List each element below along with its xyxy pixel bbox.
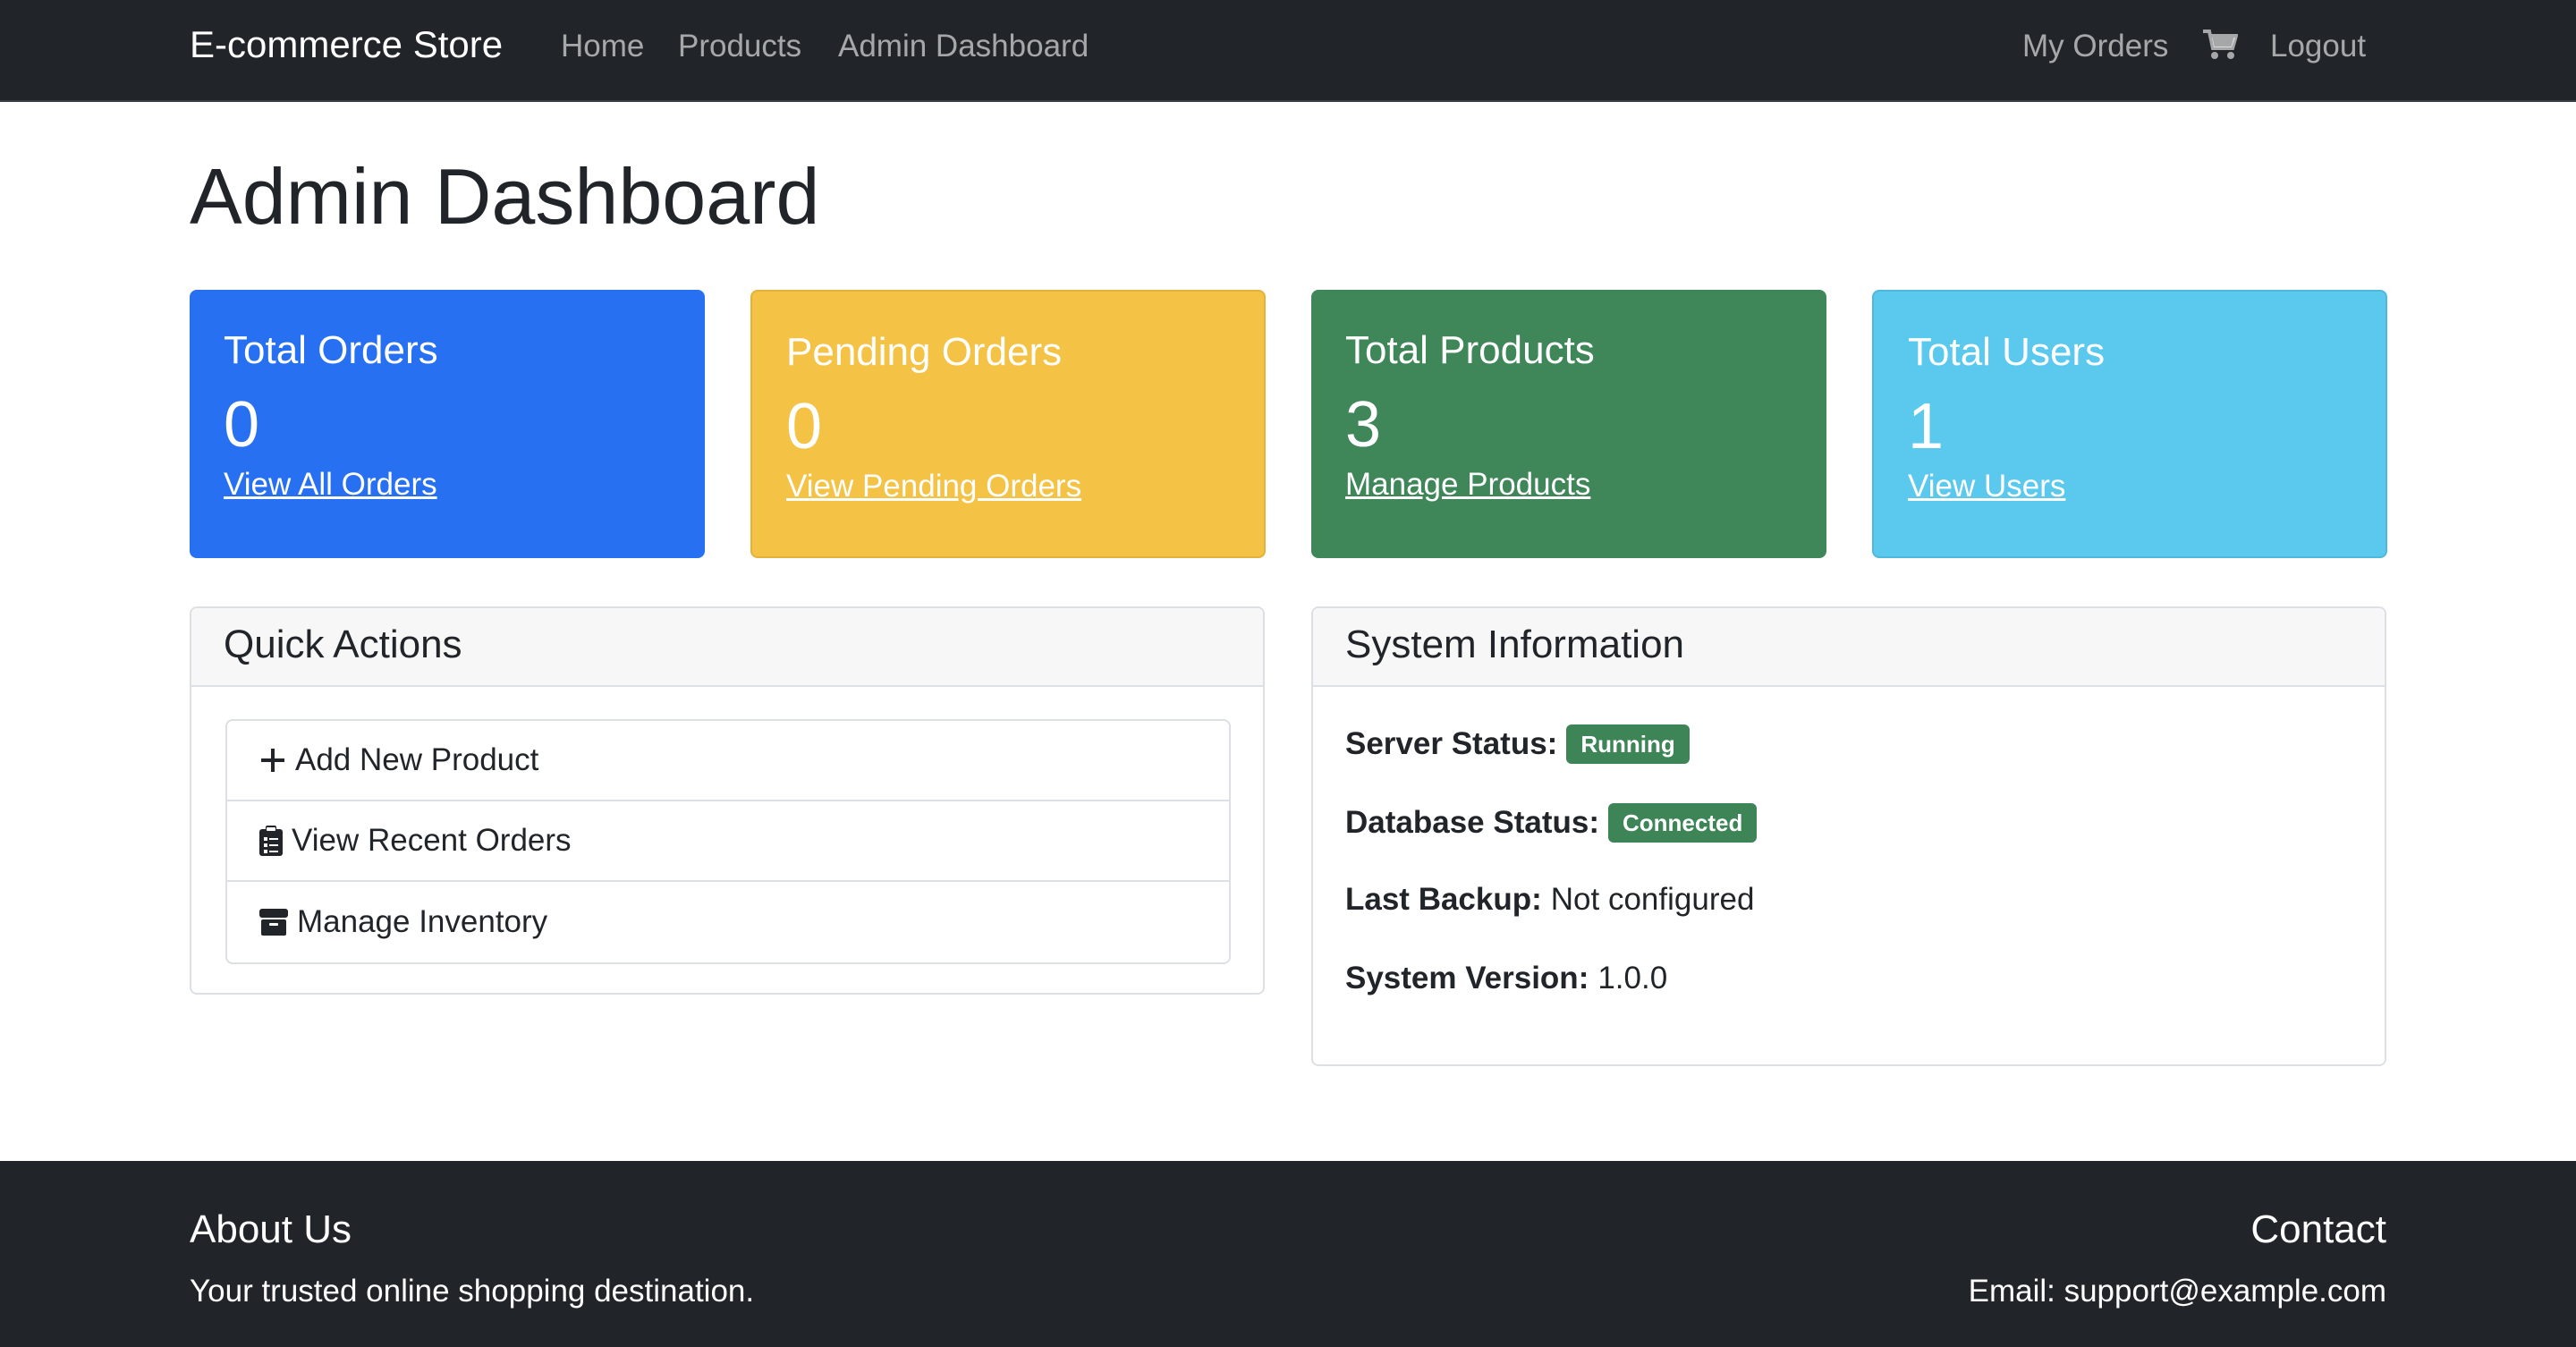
box-icon [259,909,288,936]
nav-link-admin-dashboard[interactable]: Admin Dashboard [838,29,1089,64]
card-value: 0 [224,389,260,461]
database-status-label: Database Status: [1345,805,1599,840]
server-status-label: Server Status: [1345,726,1558,761]
footer: About Us Your trusted online shopping de… [0,1161,2576,1347]
nav-link-my-orders[interactable]: My Orders [2022,29,2168,64]
action-label: Manage Inventory [297,904,548,939]
last-backup-row: Last Backup: Not configured [1345,882,1754,918]
view-recent-orders-action[interactable]: View Recent Orders [227,801,1229,882]
system-version-row: System Version: 1.0.0 [1345,961,1667,996]
add-new-product-action[interactable]: Add New Product [227,721,1229,801]
server-status-row: Server Status: Running [1345,724,1690,764]
card-title: Total Products [1345,328,1595,372]
card-value: 1 [1908,391,1945,462]
system-version-label: System Version: [1345,961,1589,995]
system-information-title: System Information [1313,608,2385,687]
about-us-text: Your trusted online shopping destination… [190,1274,755,1309]
card-total-products: Total Products 3 Manage Products [1311,290,1826,558]
view-pending-orders-link[interactable]: View Pending Orders [786,469,1081,504]
card-total-orders: Total Orders 0 View All Orders [190,290,705,558]
quick-actions-title: Quick Actions [191,608,1263,687]
system-information-panel: System Information Server Status: Runnin… [1311,606,2386,1066]
database-status-badge: Connected [1607,803,1758,843]
card-title: Total Users [1908,330,2106,374]
database-status-row: Database Status: Connected [1345,803,1758,843]
about-us-heading: About Us [190,1207,352,1251]
last-backup-label: Last Backup: [1345,882,1542,917]
card-pending-orders: Pending Orders 0 View Pending Orders [750,290,1266,558]
nav-link-home[interactable]: Home [561,29,644,64]
nav-link-logout[interactable]: Logout [2270,29,2366,64]
card-title: Pending Orders [786,330,1063,374]
view-all-orders-link[interactable]: View All Orders [224,467,437,503]
view-users-link[interactable]: View Users [1908,469,2065,504]
page-title: Admin Dashboard [190,152,820,241]
nav-link-products[interactable]: Products [678,29,801,64]
card-total-users: Total Users 1 View Users [1872,290,2387,558]
manage-products-link[interactable]: Manage Products [1345,467,1590,503]
clipboard-list-icon [259,826,283,856]
navbar: E-commerce Store Home Products Admin Das… [0,0,2576,102]
manage-inventory-action[interactable]: Manage Inventory [227,882,1229,962]
contact-email: Email: support@example.com [1968,1274,2386,1309]
system-version-value: 1.0.0 [1597,961,1668,995]
server-status-badge: Running [1566,724,1690,764]
quick-actions-panel: Quick Actions Add New Product View Recen… [190,606,1265,995]
contact-heading: Contact [2250,1207,2386,1251]
last-backup-value: Not configured [1550,882,1755,917]
card-value: 3 [1345,389,1382,461]
plus-icon [261,749,284,772]
quick-actions-list: Add New Product View Recent Orders Manag… [225,719,1231,964]
brand-link[interactable]: E-commerce Store [190,23,503,66]
card-title: Total Orders [224,328,438,372]
card-value: 0 [786,391,823,462]
shopping-cart-icon[interactable] [2202,29,2239,61]
action-label: Add New Product [295,742,539,777]
action-label: View Recent Orders [292,823,572,858]
